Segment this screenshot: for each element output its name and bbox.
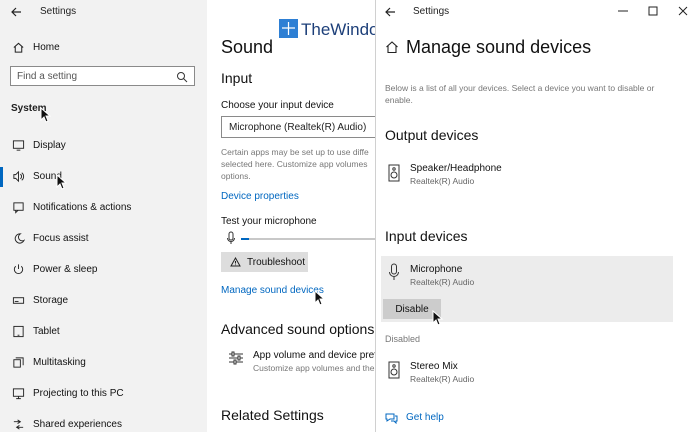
related-settings-heading: Related Settings bbox=[221, 407, 324, 423]
search-icon bbox=[177, 72, 188, 83]
description-line: enable. bbox=[385, 95, 413, 105]
cursor-pointer-icon bbox=[40, 107, 52, 123]
info-text: Certain apps may be set up to use diffe … bbox=[221, 146, 369, 182]
mic-level-meter bbox=[241, 238, 375, 240]
info-line: selected here. Customize app volumes bbox=[221, 159, 368, 169]
speaker-icon bbox=[11, 169, 25, 183]
nav-item-multitasking[interactable]: Multitasking bbox=[0, 348, 207, 376]
manage-page-title: Manage sound devices bbox=[406, 37, 592, 57]
output-devices-heading: Output devices bbox=[385, 127, 479, 143]
page-title: Sound bbox=[221, 37, 274, 57]
storage-icon bbox=[11, 293, 25, 307]
nav-item-projecting-to-this-pc[interactable]: Projecting to this PC bbox=[0, 379, 207, 407]
cursor-pointer-icon bbox=[314, 290, 326, 306]
back-arrow-icon[interactable] bbox=[10, 5, 22, 23]
nav-item-label: Shared experiences bbox=[33, 418, 122, 430]
disabled-heading: Disabled bbox=[385, 334, 421, 344]
input-device-name: Microphone bbox=[410, 264, 463, 275]
projecting-icon bbox=[11, 386, 25, 400]
speaker-icon bbox=[388, 164, 400, 187]
multitasking-icon bbox=[11, 355, 25, 369]
nav-item-notifications-actions[interactable]: Notifications & actions bbox=[0, 193, 207, 221]
nav-item-power-sleep[interactable]: Power & sleep bbox=[0, 255, 207, 283]
home-icon bbox=[385, 40, 399, 59]
nav-item-display[interactable]: Display bbox=[0, 131, 207, 159]
notifications-icon bbox=[11, 200, 25, 214]
power-icon bbox=[11, 262, 25, 276]
nav-item-label: Storage bbox=[33, 294, 69, 306]
disable-label: Disable bbox=[395, 303, 429, 315]
disabled-device-sub: Realtek(R) Audio bbox=[410, 374, 475, 384]
input-device-sub: Realtek(R) Audio bbox=[410, 277, 475, 287]
nav-item-focus-assist[interactable]: Focus assist bbox=[0, 224, 207, 252]
shared-icon bbox=[11, 417, 25, 431]
nav-item-sound[interactable]: Sound bbox=[0, 162, 207, 190]
display-icon bbox=[11, 138, 25, 152]
speaker-icon bbox=[388, 361, 400, 384]
info-line: Certain apps may be set up to use diffe bbox=[221, 147, 369, 157]
app-volume-title[interactable]: App volume and device prefere bbox=[253, 350, 391, 361]
sliders-icon bbox=[228, 350, 244, 371]
minimize-icon[interactable] bbox=[617, 4, 629, 22]
troubleshoot-button[interactable]: Troubleshoot bbox=[221, 252, 308, 272]
microphone-icon bbox=[388, 263, 400, 286]
cursor-pointer-icon bbox=[432, 310, 444, 326]
nav-item-label: Tablet bbox=[33, 325, 60, 337]
tablet-icon bbox=[11, 324, 25, 338]
nav-item-storage[interactable]: Storage bbox=[0, 286, 207, 314]
get-help-link[interactable]: Get help bbox=[406, 412, 444, 423]
choose-input-label: Choose your input device bbox=[221, 100, 334, 111]
input-device-dropdown[interactable]: Microphone (Realtek(R) Audio) bbox=[221, 116, 381, 138]
manage-description: Below is a list of all your devices. Sel… bbox=[385, 82, 654, 106]
output-device-sub: Realtek(R) Audio bbox=[410, 176, 475, 186]
nav-item-label: Power & sleep bbox=[33, 263, 98, 275]
disabled-device-name[interactable]: Stereo Mix bbox=[410, 361, 458, 372]
moon-icon bbox=[11, 231, 25, 245]
advanced-sound-heading: Advanced sound options bbox=[221, 321, 375, 337]
nav-home[interactable]: Home bbox=[0, 33, 207, 61]
nav-item-label: Projecting to this PC bbox=[33, 387, 124, 399]
output-device-name[interactable]: Speaker/Headphone bbox=[410, 163, 502, 174]
manage-sound-devices-link[interactable]: Manage sound devices bbox=[221, 285, 324, 296]
description-line: Below is a list of all your devices. Sel… bbox=[385, 83, 655, 93]
nav-item-label: Display bbox=[33, 139, 66, 151]
nav-item-label: Multitasking bbox=[33, 356, 86, 368]
maximize-icon[interactable] bbox=[647, 4, 659, 22]
warning-icon bbox=[230, 257, 241, 267]
cursor-pointer-icon bbox=[56, 174, 68, 190]
windows-logo bbox=[279, 19, 298, 38]
troubleshoot-label: Troubleshoot bbox=[247, 256, 305, 268]
left-window-title: Settings bbox=[40, 6, 77, 17]
help-icon bbox=[385, 411, 398, 429]
right-window-title: Settings bbox=[413, 6, 450, 17]
app-volume-sub: Customize app volumes and the bbox=[253, 363, 375, 373]
home-icon bbox=[11, 40, 25, 54]
test-microphone-label: Test your microphone bbox=[221, 216, 317, 227]
search-input[interactable]: Find a setting bbox=[10, 66, 195, 86]
nav-item-label: Focus assist bbox=[33, 232, 89, 244]
back-arrow-icon[interactable] bbox=[384, 5, 396, 23]
input-devices-heading: Input devices bbox=[385, 228, 468, 244]
dropdown-value: Microphone (Realtek(R) Audio) bbox=[229, 121, 367, 133]
mic-level-fill bbox=[241, 238, 249, 240]
search-placeholder: Find a setting bbox=[17, 70, 78, 82]
close-icon[interactable] bbox=[677, 4, 689, 22]
info-line: options. bbox=[221, 171, 251, 181]
nav-item-tablet[interactable]: Tablet bbox=[0, 317, 207, 345]
input-heading: Input bbox=[221, 70, 253, 86]
device-properties-link[interactable]: Device properties bbox=[221, 191, 299, 202]
nav-home-label: Home bbox=[33, 41, 60, 53]
nav-item-shared-experiences[interactable]: Shared experiences bbox=[0, 410, 207, 438]
nav-item-label: Notifications & actions bbox=[33, 201, 132, 213]
microphone-icon bbox=[226, 231, 236, 250]
